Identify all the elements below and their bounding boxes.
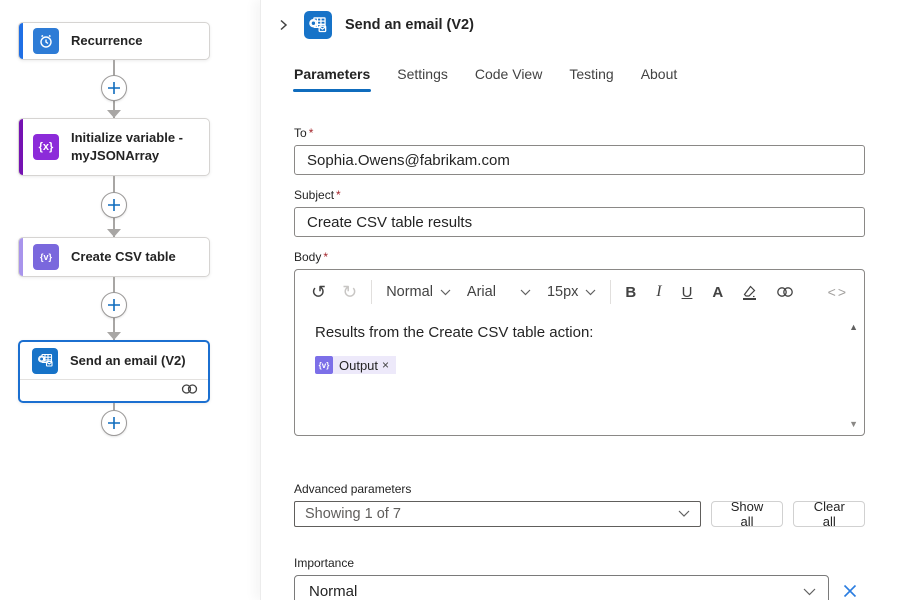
connection-link-icon	[181, 382, 198, 400]
highlight-button[interactable]	[743, 285, 756, 300]
bold-button[interactable]: B	[625, 284, 636, 301]
connector-line	[113, 403, 115, 410]
required-asterisk: *	[336, 188, 341, 202]
flow-canvas: Recurrence {x} Initialize variable - myJ…	[0, 0, 260, 600]
flow-designer-app: Recurrence {x} Initialize variable - myJ…	[0, 0, 900, 600]
chevron-down-icon	[520, 284, 531, 300]
tab-code-view[interactable]: Code View	[475, 66, 542, 92]
tab-settings[interactable]: Settings	[397, 66, 448, 92]
insert-step-button[interactable]	[101, 410, 127, 436]
paragraph-style-select[interactable]: Normal	[386, 284, 451, 300]
connector-arrow-icon	[107, 229, 121, 237]
output-token-chip[interactable]: {v} Output ×	[315, 356, 396, 374]
recurrence-clock-icon	[33, 28, 59, 54]
data-operation-icon: {v}	[33, 244, 59, 270]
code-view-button[interactable]: <>	[828, 284, 848, 300]
show-all-button[interactable]: Show all	[711, 501, 784, 527]
panel-header: Send an email (V2)	[261, 0, 900, 39]
clear-all-button[interactable]: Clear all	[793, 501, 865, 527]
required-asterisk: *	[309, 126, 314, 140]
required-asterisk: *	[323, 250, 328, 264]
node-accent-bar	[19, 238, 23, 276]
parameters-form: To* Sophia.Owens@fabrikam.com Subject* C…	[294, 126, 865, 600]
node-send-an-email[interactable]: Send an email (V2)	[18, 340, 210, 403]
node-title: Send an email (V2)	[70, 352, 186, 370]
scroll-up-icon[interactable]: ▲	[849, 322, 858, 332]
insert-step-button[interactable]	[101, 292, 127, 318]
variable-braces-icon: {x}	[33, 134, 59, 160]
scroll-down-icon[interactable]: ▼	[849, 419, 858, 429]
toolbar-divider	[371, 280, 372, 304]
panel-tabs: Parameters Settings Code View Testing Ab…	[294, 66, 900, 92]
chevron-down-icon	[678, 506, 690, 522]
toolbar-divider	[610, 280, 611, 304]
to-input[interactable]: Sophia.Owens@fabrikam.com	[294, 145, 865, 175]
body-editor-content[interactable]: Results from the Create CSV table action…	[295, 314, 864, 374]
body-label: Body*	[294, 250, 865, 264]
link-button[interactable]	[776, 286, 794, 298]
node-initialize-variable[interactable]: {x} Initialize variable - myJSONArray	[18, 118, 210, 176]
tab-testing[interactable]: Testing	[569, 66, 613, 92]
outlook-icon	[304, 11, 332, 39]
data-operation-icon: {v}	[315, 356, 333, 374]
node-accent-bar	[19, 119, 23, 175]
tab-about[interactable]: About	[641, 66, 678, 92]
advanced-parameters-label: Advanced parameters	[294, 482, 865, 496]
node-title: Create CSV table	[71, 248, 176, 266]
font-color-button[interactable]: A	[712, 284, 723, 301]
node-recurrence[interactable]: Recurrence	[18, 22, 210, 60]
connector-arrow-icon	[107, 110, 121, 118]
tab-parameters[interactable]: Parameters	[294, 66, 370, 92]
chevron-down-icon	[440, 284, 451, 300]
subject-label: Subject*	[294, 188, 865, 202]
node-title: Recurrence	[71, 32, 143, 50]
connector-arrow-icon	[107, 332, 121, 340]
insert-step-button[interactable]	[101, 192, 127, 218]
underline-button[interactable]: U	[682, 284, 693, 301]
panel-title: Send an email (V2)	[345, 17, 474, 33]
outlook-icon	[32, 348, 58, 374]
to-label: To*	[294, 126, 865, 140]
node-title: Initialize variable - myJSONArray	[71, 129, 201, 164]
chevron-down-icon	[803, 583, 816, 600]
importance-dropdown[interactable]: Normal	[294, 575, 829, 600]
editor-toolbar: ↺ ↻ Normal Arial	[295, 270, 864, 314]
undo-icon[interactable]: ↺	[311, 282, 326, 303]
collapse-panel-chevron-icon[interactable]	[274, 16, 292, 34]
subject-input[interactable]: Create CSV table results	[294, 207, 865, 237]
remove-token-icon[interactable]: ×	[382, 358, 389, 372]
node-accent-bar	[19, 23, 23, 59]
rich-text-editor: ↺ ↻ Normal Arial	[294, 269, 865, 436]
clear-importance-icon[interactable]	[842, 583, 858, 599]
font-size-select[interactable]: 15px	[547, 284, 596, 300]
node-create-csv-table[interactable]: {v} Create CSV table	[18, 237, 210, 277]
advanced-parameters-dropdown[interactable]: Showing 1 of 7	[294, 501, 701, 527]
token-label: Output ×	[333, 356, 396, 374]
body-text: Results from the Create CSV table action…	[315, 324, 838, 341]
chevron-down-icon	[585, 284, 596, 300]
insert-step-button[interactable]	[101, 75, 127, 101]
font-family-select[interactable]: Arial	[467, 284, 531, 300]
italic-button[interactable]: I	[656, 283, 661, 301]
action-config-panel: Send an email (V2) Parameters Settings C…	[260, 0, 900, 600]
importance-label: Importance	[294, 556, 865, 570]
redo-icon[interactable]: ↻	[342, 282, 357, 303]
